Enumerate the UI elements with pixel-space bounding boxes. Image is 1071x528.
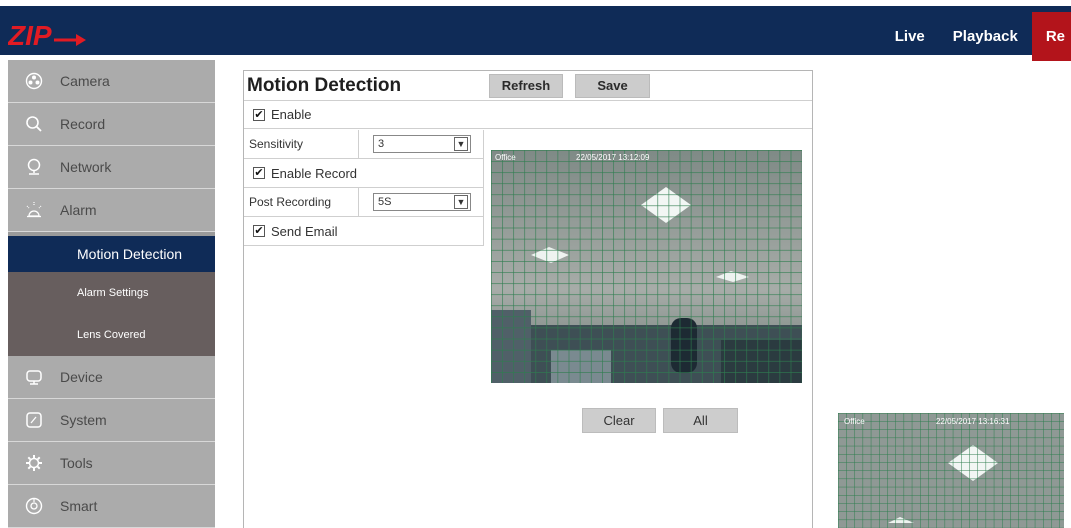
sidebar-subitem-motion-detection[interactable]: Motion Detection (8, 232, 215, 272)
preview2-channel-label: Office (844, 417, 865, 426)
chevron-down-icon: ▼ (454, 195, 468, 209)
search-icon (8, 103, 60, 146)
chevron-down-icon: ▼ (454, 137, 468, 151)
gear-icon (8, 442, 60, 485)
sidebar-item-label: Device (60, 369, 103, 385)
save-button[interactable]: Save (575, 73, 650, 98)
nav-live[interactable]: Live (881, 12, 939, 61)
preview2-timestamp: 22/05/2017 13:16:31 (936, 417, 1010, 426)
post-recording-label: Post Recording (244, 187, 359, 217)
sidebar-item-record[interactable]: Record (8, 103, 215, 146)
send-email-checkbox[interactable]: ✔ (253, 225, 265, 237)
nav-playback[interactable]: Playback (939, 12, 1032, 61)
post-recording-row: Post Recording 5S ▼ (244, 187, 483, 217)
sidebar-item-tools[interactable]: Tools (8, 442, 215, 485)
sidebar-subitem-lens-covered[interactable]: Lens Covered (8, 314, 215, 356)
sidebar-item-label: System (60, 412, 107, 428)
send-email-row: ✔ Send Email (244, 217, 483, 246)
sidebar-item-device[interactable]: Device (8, 356, 215, 399)
alarm-icon (8, 189, 60, 232)
sidebar-subitem-alarm-settings[interactable]: Alarm Settings (8, 272, 215, 314)
network-icon (8, 146, 60, 189)
sidebar-item-label: Smart (60, 498, 98, 514)
motion-grid-preview[interactable]: Office 22/05/2017 13:12:09 (491, 150, 802, 383)
smart-icon (8, 485, 60, 528)
clear-button[interactable]: Clear (582, 408, 656, 433)
sidebar-item-smart[interactable]: Smart (8, 485, 215, 528)
preview-channel-label: Office (495, 153, 516, 162)
refresh-button[interactable]: Refresh (489, 73, 563, 98)
sensitivity-select[interactable]: 3 ▼ (373, 135, 471, 153)
svg-text:ZIP: ZIP (8, 20, 52, 50)
page-title: Motion Detection (247, 74, 402, 96)
preview-timestamp: 22/05/2017 13:12:09 (576, 153, 650, 162)
sidebar-item-label: Record (60, 116, 106, 132)
post-recording-select[interactable]: 5S ▼ (373, 193, 471, 211)
enable-row: ✔ Enable (244, 101, 812, 129)
top-nav: Live Playback Re (881, 12, 1071, 61)
sensitivity-value: 3 (378, 138, 385, 150)
live-preview: Office 22/05/2017 13:16:31 (838, 413, 1064, 528)
grid-buttons: Clear All (582, 408, 738, 433)
send-email-label: Send Email (271, 223, 338, 239)
sidebar-item-camera[interactable]: Camera (8, 60, 215, 103)
nav-remote-setting[interactable]: Re (1031, 12, 1071, 61)
sidebar-item-network[interactable]: Network (8, 146, 215, 189)
panel-header: Motion Detection Refresh Save (244, 71, 812, 101)
post-recording-value: 5S (378, 196, 392, 208)
enable-label: Enable (271, 107, 312, 122)
camera-icon (8, 60, 60, 103)
enable-record-checkbox[interactable]: ✔ (253, 167, 265, 179)
system-icon (8, 399, 60, 442)
enable-checkbox[interactable]: ✔ (253, 108, 265, 121)
zip-logo[interactable]: ZIP (7, 20, 88, 51)
sidebar: Camera Record Network Alarm Motion Detec… (0, 60, 215, 528)
sidebar-item-alarm[interactable]: Alarm (8, 189, 215, 232)
sidebar-item-system[interactable]: System (8, 399, 215, 442)
top-bar: ZIP Live Playback Re (0, 0, 1071, 61)
sensitivity-row: Sensitivity 3 ▼ (244, 129, 483, 159)
all-button[interactable]: All (663, 408, 738, 433)
enable-record-label: Enable Record (271, 165, 357, 181)
enable-record-row: ✔ Enable Record (244, 159, 483, 188)
sidebar-item-label: Tools (60, 455, 93, 471)
sidebar-item-label: Camera (60, 73, 110, 89)
sidebar-item-label: Alarm (60, 202, 97, 218)
sensitivity-label: Sensitivity (244, 129, 359, 159)
sidebar-item-label: Network (60, 159, 112, 175)
device-icon (8, 356, 60, 399)
settings-form: Sensitivity 3 ▼ ✔ Enable Record Post Rec… (244, 129, 484, 246)
